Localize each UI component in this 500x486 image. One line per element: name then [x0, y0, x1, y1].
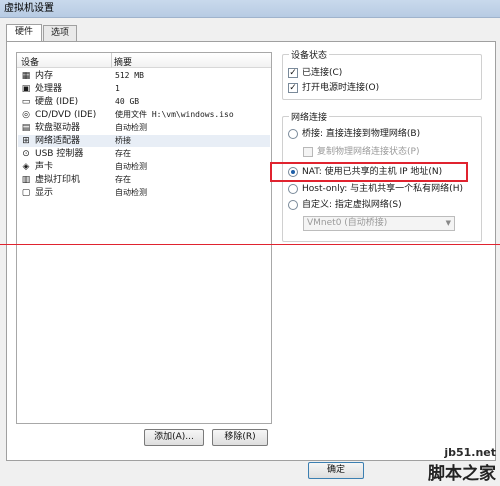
device-name: 软盘驱动器: [35, 123, 81, 133]
device-summary: 40 GB: [115, 97, 140, 106]
device-status-title: 设备状态: [289, 48, 330, 61]
memory-icon: ▦: [21, 71, 31, 81]
col-device-header[interactable]: 设备: [21, 55, 39, 68]
nat-highlight-box: [270, 162, 468, 182]
device-name: 内存: [35, 71, 54, 81]
device-row-sound-card[interactable]: ◈ 声卡 自动检测: [18, 161, 270, 173]
ok-button[interactable]: 确定: [308, 462, 364, 479]
window-title: 虚拟机设置: [4, 3, 54, 14]
device-name: USB 控制器: [35, 149, 84, 159]
header-separator[interactable]: [111, 53, 112, 68]
check-icon: ✓: [288, 83, 298, 93]
device-summary: 存在: [115, 175, 131, 184]
device-name: CD/DVD (IDE): [35, 110, 97, 120]
tab-options[interactable]: 选项: [43, 25, 77, 41]
device-name: 网络适配器: [35, 136, 81, 146]
add-device-button[interactable]: 添加(A)...: [144, 429, 204, 446]
annotation-line: [0, 244, 500, 245]
network-connection-title: 网络连接: [289, 110, 330, 123]
replicate-state-label: 复制物理网络连接状态(P): [317, 147, 420, 157]
col-summary-header[interactable]: 摘要: [114, 55, 132, 68]
radio-icon: [288, 129, 298, 139]
device-list-header: 设备 摘要: [17, 53, 271, 68]
display-icon: ▢: [21, 188, 31, 198]
device-row-network-adapter[interactable]: ⊞ 网络适配器 桥接: [18, 135, 270, 147]
floppy-icon: ▤: [21, 123, 31, 133]
tab-options-label: 选项: [50, 28, 69, 38]
device-summary: 自动检测: [115, 162, 147, 171]
radio-icon: [288, 184, 298, 194]
remove-device-button[interactable]: 移除(R): [212, 429, 268, 446]
vmnet-select[interactable]: VMnet0 (自动桥接) ▼: [303, 216, 455, 231]
printer-icon: ▥: [21, 175, 31, 185]
bridged-label: 桥接: 直接连接到物理网络(B): [302, 129, 421, 139]
device-row-hard-disk[interactable]: ▭ 硬盘 (IDE) 40 GB: [18, 96, 270, 108]
device-name: 处理器: [35, 84, 63, 94]
processor-icon: ▣: [21, 84, 31, 94]
device-row-printer[interactable]: ▥ 虚拟打印机 存在: [18, 174, 270, 186]
device-name: 硬盘 (IDE): [35, 97, 79, 107]
device-summary: 桥接: [115, 136, 131, 145]
device-name: 显示: [35, 188, 54, 198]
tab-hardware-label: 硬件: [14, 27, 33, 37]
check-icon: ✓: [288, 68, 298, 78]
device-row-memory[interactable]: ▦ 内存 512 MB: [18, 70, 270, 82]
device-status-group: 设备状态 ✓ 已连接(C) ✓ 打开电源时连接(O): [282, 48, 482, 100]
custom-label: 自定义: 指定虚拟网络(S): [302, 200, 402, 210]
device-row-usb[interactable]: ⊙ USB 控制器 存在: [18, 148, 270, 160]
vmnet-select-value: VMnet0 (自动桥接): [307, 218, 388, 228]
sound-card-icon: ◈: [22, 162, 30, 172]
device-row-floppy[interactable]: ▤ 软盘驱动器 自动检测: [18, 122, 270, 134]
device-summary: 使用文件 H:\vm\windows.iso: [115, 110, 234, 119]
device-name: 虚拟打印机: [35, 175, 81, 185]
connected-label: 已连接(C): [302, 68, 343, 78]
watermark-url: jb51.net: [444, 446, 496, 459]
device-summary: 1: [115, 84, 120, 93]
watermark-brand: 脚本之家: [428, 464, 496, 484]
watermark: jb51.net 脚本之家: [428, 446, 496, 484]
network-adapter-icon: ⊞: [22, 136, 30, 146]
cd-dvd-icon: ◎: [22, 110, 30, 120]
device-row-display[interactable]: ▢ 显示 自动检测: [18, 187, 270, 199]
device-summary: 512 MB: [115, 71, 144, 80]
hard-disk-icon: ▭: [21, 97, 31, 107]
device-summary: 存在: [115, 149, 131, 158]
tab-hardware[interactable]: 硬件: [6, 24, 42, 41]
check-icon: [303, 147, 313, 157]
radio-icon: [288, 200, 298, 210]
window-titlebar: 虚拟机设置: [0, 0, 500, 18]
device-summary: 自动检测: [115, 188, 147, 197]
device-row-processor[interactable]: ▣ 处理器 1: [18, 83, 270, 95]
device-name: 声卡: [35, 162, 54, 172]
device-row-cd-dvd[interactable]: ◎ CD/DVD (IDE) 使用文件 H:\vm\windows.iso: [18, 109, 270, 121]
device-list: 设备 摘要 ▦ 内存 512 MB ▣ 处理器 1 ▭ 硬盘 (IDE) 40 …: [16, 52, 272, 424]
host-only-label: Host-only: 与主机共享一个私有网络(H): [302, 184, 463, 194]
usb-icon: ⊙: [22, 149, 30, 159]
chevron-down-icon: ▼: [445, 219, 451, 227]
connect-at-power-on-label: 打开电源时连接(O): [302, 83, 380, 93]
device-summary: 自动检测: [115, 123, 147, 132]
